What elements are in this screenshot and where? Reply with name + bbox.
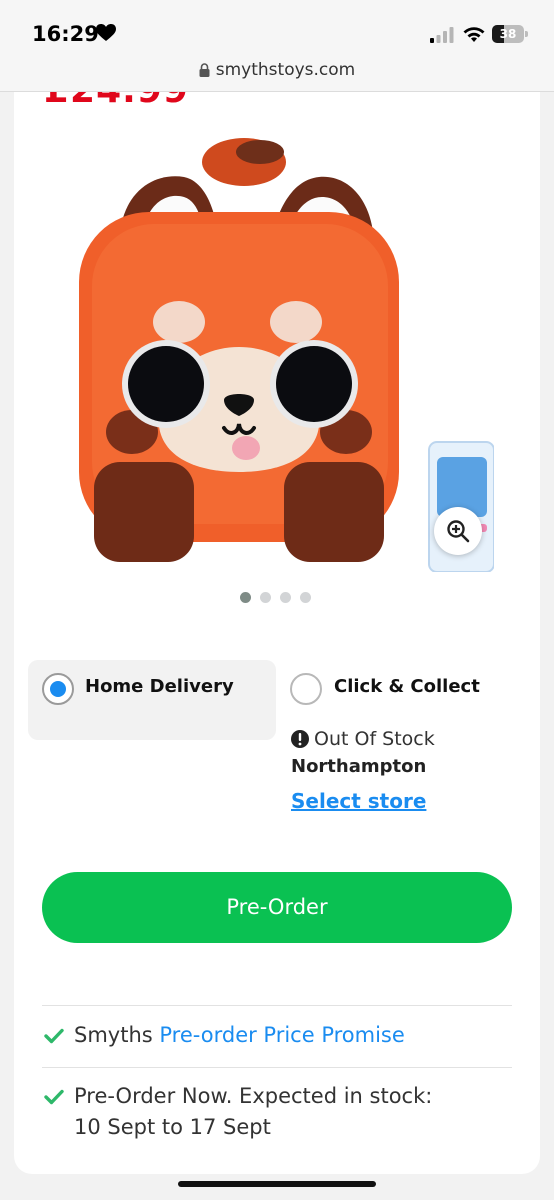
store-name: Northampton [291, 756, 427, 777]
zoom-in-icon [447, 520, 470, 543]
expected-stock-row: Pre-Order Now. Expected in stock: 10 Sep… [44, 1081, 432, 1143]
url-display[interactable]: smythstoys.com [199, 60, 355, 80]
price-promise-row: Smyths Pre-order Price Promise [44, 1020, 405, 1051]
cellular-signal-icon [430, 27, 454, 43]
url-domain: smythstoys.com [215, 60, 356, 80]
status-time: 16:29 [32, 22, 99, 46]
carousel-dot[interactable] [300, 592, 311, 603]
check-icon [44, 1028, 64, 1044]
home-delivery-label: Home Delivery [85, 676, 234, 697]
zoom-button[interactable] [434, 507, 482, 555]
home-delivery-radio[interactable] [42, 673, 74, 705]
address-bar[interactable]: smythstoys.com [0, 56, 554, 92]
wifi-icon [463, 27, 485, 42]
home-delivery-option[interactable]: Home Delivery [28, 660, 276, 740]
carousel-dot[interactable] [240, 592, 251, 603]
carousel-dot[interactable] [260, 592, 271, 603]
battery-level: 38 [499, 27, 517, 41]
battery-icon: 38 [492, 25, 528, 43]
carousel-dot[interactable] [280, 592, 291, 603]
divider [42, 1067, 512, 1068]
product-card: £24.99 [14, 92, 540, 1174]
heart-icon [96, 24, 116, 41]
product-price: £24.99 [44, 92, 189, 111]
stock-status-text: Out Of Stock [314, 728, 435, 750]
divider [42, 1005, 512, 1006]
home-indicator[interactable] [178, 1181, 376, 1187]
carousel-dots[interactable] [240, 592, 311, 603]
exclamation-icon [291, 730, 309, 748]
red-panda-plush-image[interactable] [74, 132, 494, 572]
expected-stock-line1: Pre-Order Now. Expected in stock: [74, 1084, 433, 1108]
price-promise-prefix: Smyths [74, 1023, 153, 1047]
click-collect-label: Click & Collect [334, 676, 480, 697]
expected-stock-line2: 10 Sept to 17 Sept [74, 1115, 271, 1139]
status-bar: 16:29 38 [0, 0, 554, 56]
stock-status: Out Of Stock [290, 728, 435, 750]
price-promise-link[interactable]: Pre-order Price Promise [159, 1023, 404, 1047]
click-collect-radio[interactable] [290, 673, 322, 705]
lock-icon [199, 63, 210, 77]
select-store-link[interactable]: Select store [291, 789, 426, 813]
check-icon [44, 1089, 64, 1105]
pre-order-button[interactable]: Pre-Order [42, 872, 512, 943]
